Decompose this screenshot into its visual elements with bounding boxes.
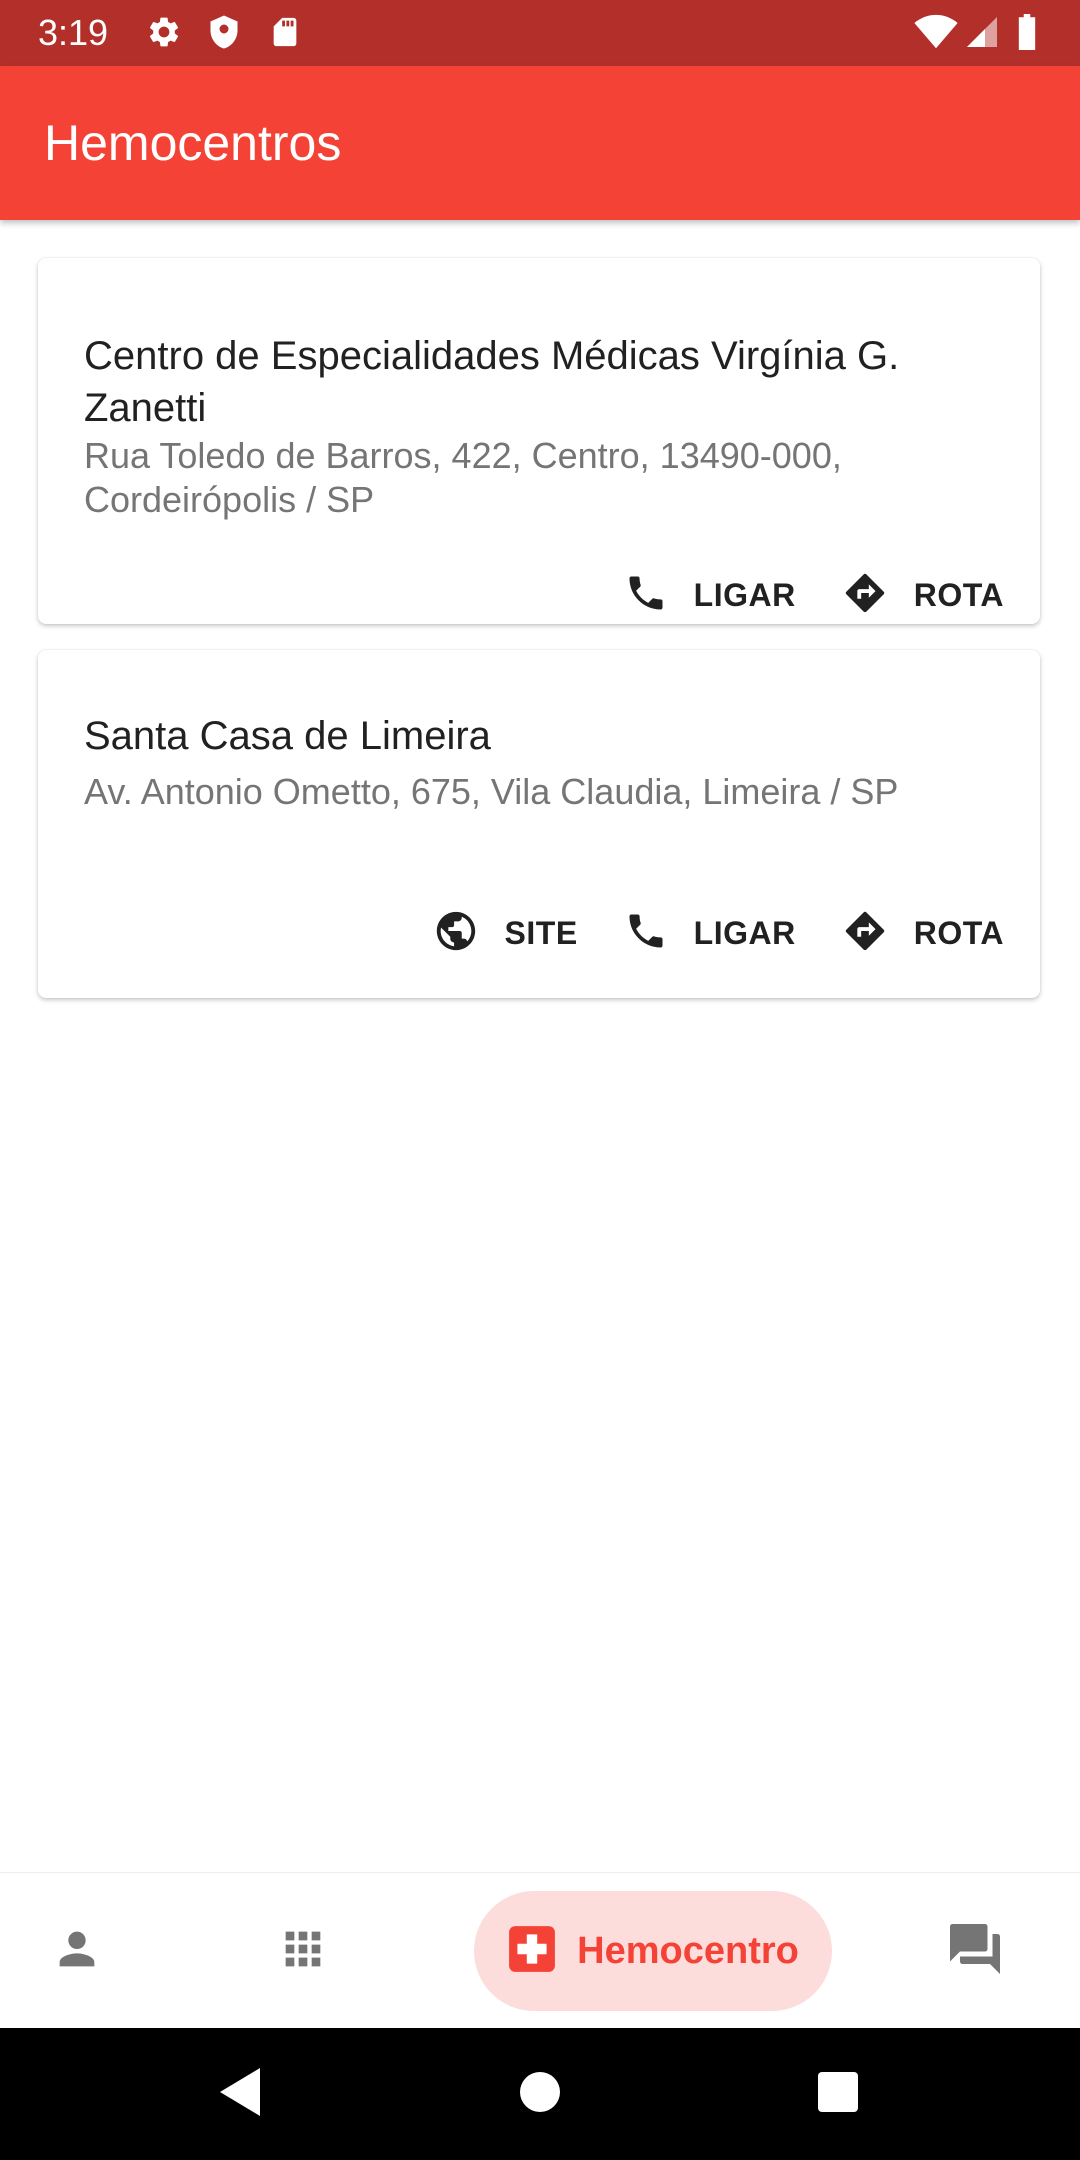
- recents-icon[interactable]: [816, 2064, 860, 2125]
- phone-icon: [624, 909, 668, 958]
- call-label: LIGAR: [693, 577, 796, 613]
- apps-grid-icon: [277, 1923, 329, 1980]
- system-nav-bar: [0, 2028, 1080, 2160]
- globe-icon: [433, 908, 479, 959]
- hemocentro-list: Centro de Especialidades Médicas Virgíni…: [0, 220, 1080, 1872]
- route-label: ROTA: [913, 577, 1004, 613]
- hemocentro-address: Rua Toledo de Barros, 422, Centro, 13490…: [84, 435, 842, 520]
- route-button[interactable]: ROTA: [842, 570, 1004, 621]
- medical-cross-icon: [507, 1924, 557, 1979]
- nav-item-chat[interactable]: [926, 1873, 1024, 2029]
- battery-icon: [1016, 14, 1038, 55]
- nav-item-apps[interactable]: [254, 1873, 352, 2029]
- status-time: 3:19: [38, 12, 109, 53]
- route-button[interactable]: ROTA: [842, 908, 1004, 959]
- hemocentro-name: Centro de Especialidades Médicas Virgíni…: [84, 334, 900, 430]
- card-actions: LIGAR ROTA: [624, 570, 1004, 621]
- signal-icon: [964, 14, 1000, 55]
- call-button[interactable]: LIGAR: [624, 909, 796, 958]
- nav-item-hemocentro[interactable]: Hemocentro: [474, 1891, 832, 2011]
- phone-icon: [624, 571, 668, 620]
- home-icon[interactable]: [518, 2064, 562, 2125]
- call-button[interactable]: LIGAR: [624, 571, 796, 620]
- directions-icon: [842, 570, 888, 621]
- person-icon: [51, 1923, 103, 1980]
- nav-item-label: Hemocentro: [577, 1929, 799, 1972]
- site-button[interactable]: SITE: [433, 908, 578, 959]
- app-bar: Hemocentros: [0, 66, 1080, 220]
- hemocentro-address: Av. Antonio Ometto, 675, Vila Claudia, L…: [84, 771, 899, 812]
- forum-icon: [945, 1919, 1005, 1984]
- shield-icon: [206, 14, 242, 55]
- card-actions: SITE LIGAR ROTA: [433, 908, 1004, 959]
- back-icon[interactable]: [216, 2064, 264, 2125]
- bottom-nav: Hemocentro: [0, 1872, 1080, 2029]
- hemocentro-name: Santa Casa de Limeira: [84, 714, 491, 758]
- wifi-icon: [914, 14, 958, 55]
- route-label: ROTA: [913, 915, 1004, 951]
- sd-card-icon: [268, 14, 302, 55]
- site-label: SITE: [504, 915, 578, 951]
- call-label: LIGAR: [693, 915, 796, 951]
- status-bar: 3:19: [0, 0, 1080, 66]
- gear-icon: [146, 14, 182, 55]
- page-title: Hemocentros: [44, 115, 342, 171]
- directions-icon: [842, 908, 888, 959]
- hemocentro-card: Santa Casa de Limeira Av. Antonio Ometto…: [38, 650, 1040, 998]
- nav-item-profile[interactable]: [28, 1873, 126, 2029]
- hemocentro-card: Centro de Especialidades Médicas Virgíni…: [38, 258, 1040, 624]
